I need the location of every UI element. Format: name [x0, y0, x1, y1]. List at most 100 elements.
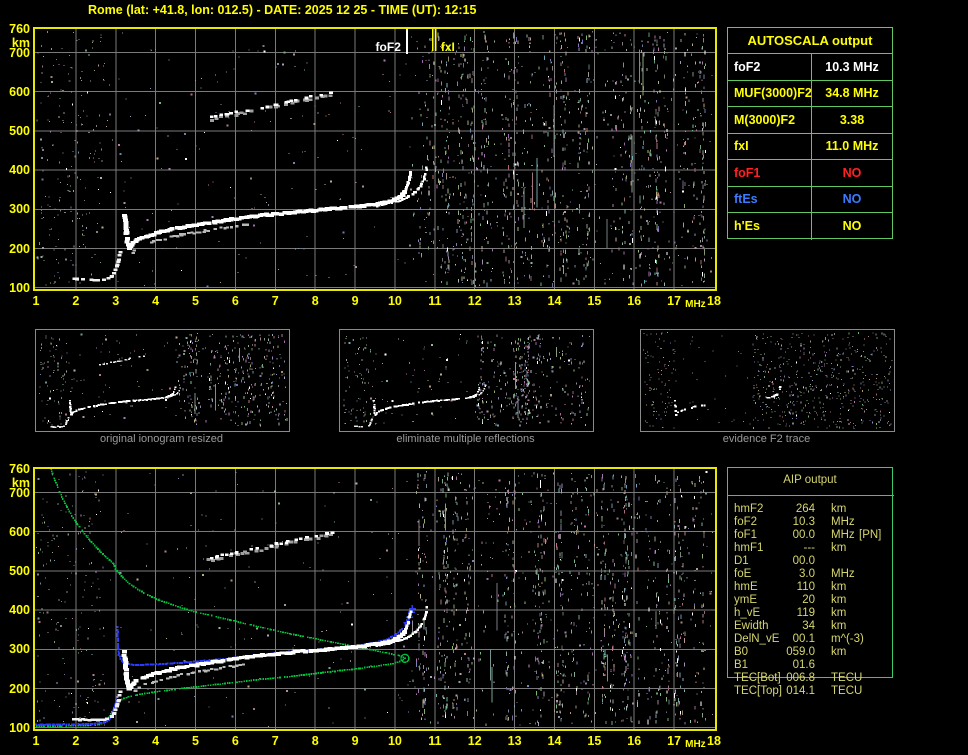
autoscala-param-value: 3.38	[839, 112, 865, 127]
aip-param-value: 00.1	[792, 633, 815, 645]
freq-tick-label: 18	[707, 734, 721, 748]
autoscala-param-label: foF2	[728, 54, 812, 80]
aip-param-unit: MHz	[831, 568, 855, 580]
freq-tick-label: 11	[428, 294, 442, 308]
height-tick-label: 760	[9, 462, 30, 476]
aip-param-value: 01.6	[792, 659, 815, 671]
freq-tick-label: 10	[387, 294, 402, 308]
height-tick-label: 400	[9, 603, 30, 618]
autoscala-row-ftEs: ftEs NO	[728, 186, 892, 213]
height-unit-label: km	[11, 476, 30, 490]
aip-output-table: AIP output hmF2 264 km foF2 10.3 MHz foF1 00.0 M…	[727, 467, 893, 697]
thumbnail-original-ionogram	[35, 329, 290, 432]
fxI-marker-label: fxI	[441, 40, 455, 54]
aip-param-flag: [PN]	[859, 529, 882, 541]
freq-tick-label: 12	[467, 734, 482, 748]
freq-tick-label: 4	[152, 734, 160, 748]
freq-tick-label: 15	[587, 734, 602, 748]
height-tick-label: 200	[9, 681, 30, 696]
aip-param-unit: TECU	[831, 672, 863, 684]
freq-tick-label: 17	[667, 734, 682, 748]
autoscala-param-label: h'Es	[728, 213, 812, 240]
autoscala-row-foF2: foF2 10.3 MHz	[728, 54, 892, 81]
thumbnail-caption-3: evidence F2 trace	[722, 433, 811, 445]
autoscala-row-MUF(3000)F2: MUF(3000)F2 34.8 MHz	[728, 80, 892, 107]
height-tick-label: 300	[9, 202, 30, 217]
height-tick-label: 200	[9, 241, 30, 256]
grid	[34, 28, 716, 290]
autoscala-param-label: M(3000)F2	[728, 107, 812, 133]
freq-tick-label: 12	[467, 294, 482, 308]
freq-tick-label: 1	[32, 734, 40, 748]
freq-tick-label: 14	[547, 294, 562, 308]
height-tick-label: 300	[9, 642, 30, 657]
freq-tick-label: 2	[72, 294, 80, 308]
aip-param-unit: km	[831, 503, 847, 515]
freq-tick-label: 11	[428, 734, 442, 748]
aip-row-DelN_vE: DelN_vE 00.1 m^(-3)	[727, 633, 893, 646]
freq-tick-label: 4	[152, 294, 160, 308]
aip-table-title: AIP output	[783, 474, 837, 486]
freq-tick-label: 16	[627, 294, 642, 308]
freq-tick-label: 9	[351, 734, 359, 748]
autoscala-param-value: NO	[842, 192, 862, 207]
aip-param-value: 3.0	[799, 568, 815, 580]
freq-tick-label: 17	[667, 294, 682, 308]
aip-rows: hmF2 264 km foF2 10.3 MHz foF1 00.0 MHz [PN] hmF1-…	[727, 503, 893, 698]
height-tick-label: 400	[9, 163, 30, 178]
thumb-content	[39, 333, 288, 428]
freq-tick-label: 15	[587, 294, 602, 308]
freq-tick-label: 16	[627, 734, 642, 748]
aip-row-h_vE: h_vE 119 km	[727, 607, 893, 620]
autoscala-param-value: NO	[842, 219, 862, 234]
aip-param-value: 014.1	[786, 685, 815, 697]
autoscala-row-foF1: foF1 NO	[728, 160, 892, 187]
aip-param-value: 10.3	[792, 516, 815, 528]
aip-row-B0: B0 059.0 km	[727, 646, 893, 659]
freq-tick-label: 7	[271, 734, 279, 748]
aip-param-unit: km	[831, 620, 847, 632]
aip-param-unit: km	[831, 607, 847, 619]
foF2-marker-label: foF2	[376, 40, 402, 54]
aip-row-TEC[Bot]: TEC[Bot] 006.8 TECU	[727, 672, 893, 685]
freq-unit-label: MHz	[685, 299, 706, 310]
autoscala-row-M(3000)F2: M(3000)F2 3.38	[728, 107, 892, 134]
aip-param-unit: km	[831, 581, 847, 593]
autoscala-output-table: AUTOSCALA output foF2 10.3 MHz MUF(3000)F2…	[727, 27, 893, 240]
thumbnail-eliminate-reflections	[339, 329, 594, 432]
thumb-content	[643, 332, 893, 429]
freq-tick-label: 13	[507, 294, 522, 308]
aip-row-B1: B1 01.6	[727, 659, 893, 672]
thumb-content	[343, 334, 590, 428]
thumbnail-caption-2: eliminate multiple reflections	[396, 433, 535, 445]
freq-tick-label: 1	[32, 294, 40, 308]
aip-row-foF2: foF2 10.3 MHz	[727, 516, 893, 529]
autoscala-param-value: 11.0 MHz	[825, 139, 879, 154]
freq-tick-label: 5	[192, 294, 199, 308]
aip-param-unit: MHz	[831, 516, 855, 528]
aip-row-foF1: foF1 00.0 MHz [PN]	[727, 529, 893, 542]
freq-tick-label: 5	[192, 734, 199, 748]
freq-unit-label: MHz	[685, 739, 706, 750]
autoscala-param-value: NO	[842, 165, 862, 180]
station-title: Rome (lat: +41.8, lon: 012.5) - DATE: 20…	[88, 3, 477, 17]
aip-param-value: 006.8	[786, 672, 815, 684]
ionogram-plot-bottom	[33, 467, 717, 731]
freq-tick-label: 3	[112, 294, 120, 308]
aip-param-unit: km	[831, 542, 847, 554]
autoscala-param-label: fxI	[728, 133, 812, 159]
aip-param-value: 059.0	[786, 646, 815, 658]
freq-tick-label: 3	[112, 734, 120, 748]
aip-row-TEC[Top]: TEC[Top] 014.1 TECU	[727, 685, 893, 698]
frequency-markers: foF2 fxI	[376, 28, 455, 54]
aip-param-value: 20	[802, 594, 815, 606]
aip-row-Ewidth: Ewidth 34 km	[727, 620, 893, 633]
freq-tick-label: 9	[351, 294, 359, 308]
freq-tick-label: 7	[271, 294, 279, 308]
autoscala-row-fxI: fxI 11.0 MHz	[728, 133, 892, 160]
height-tick-label: 500	[9, 563, 30, 578]
autoscala-row-h'Es: h'Es NO	[728, 213, 892, 240]
autoscala-param-value: 34.8 MHz	[825, 86, 879, 101]
autoscala-param-value: 10.3 MHz	[825, 59, 879, 74]
freq-tick-label: 18	[707, 294, 721, 308]
